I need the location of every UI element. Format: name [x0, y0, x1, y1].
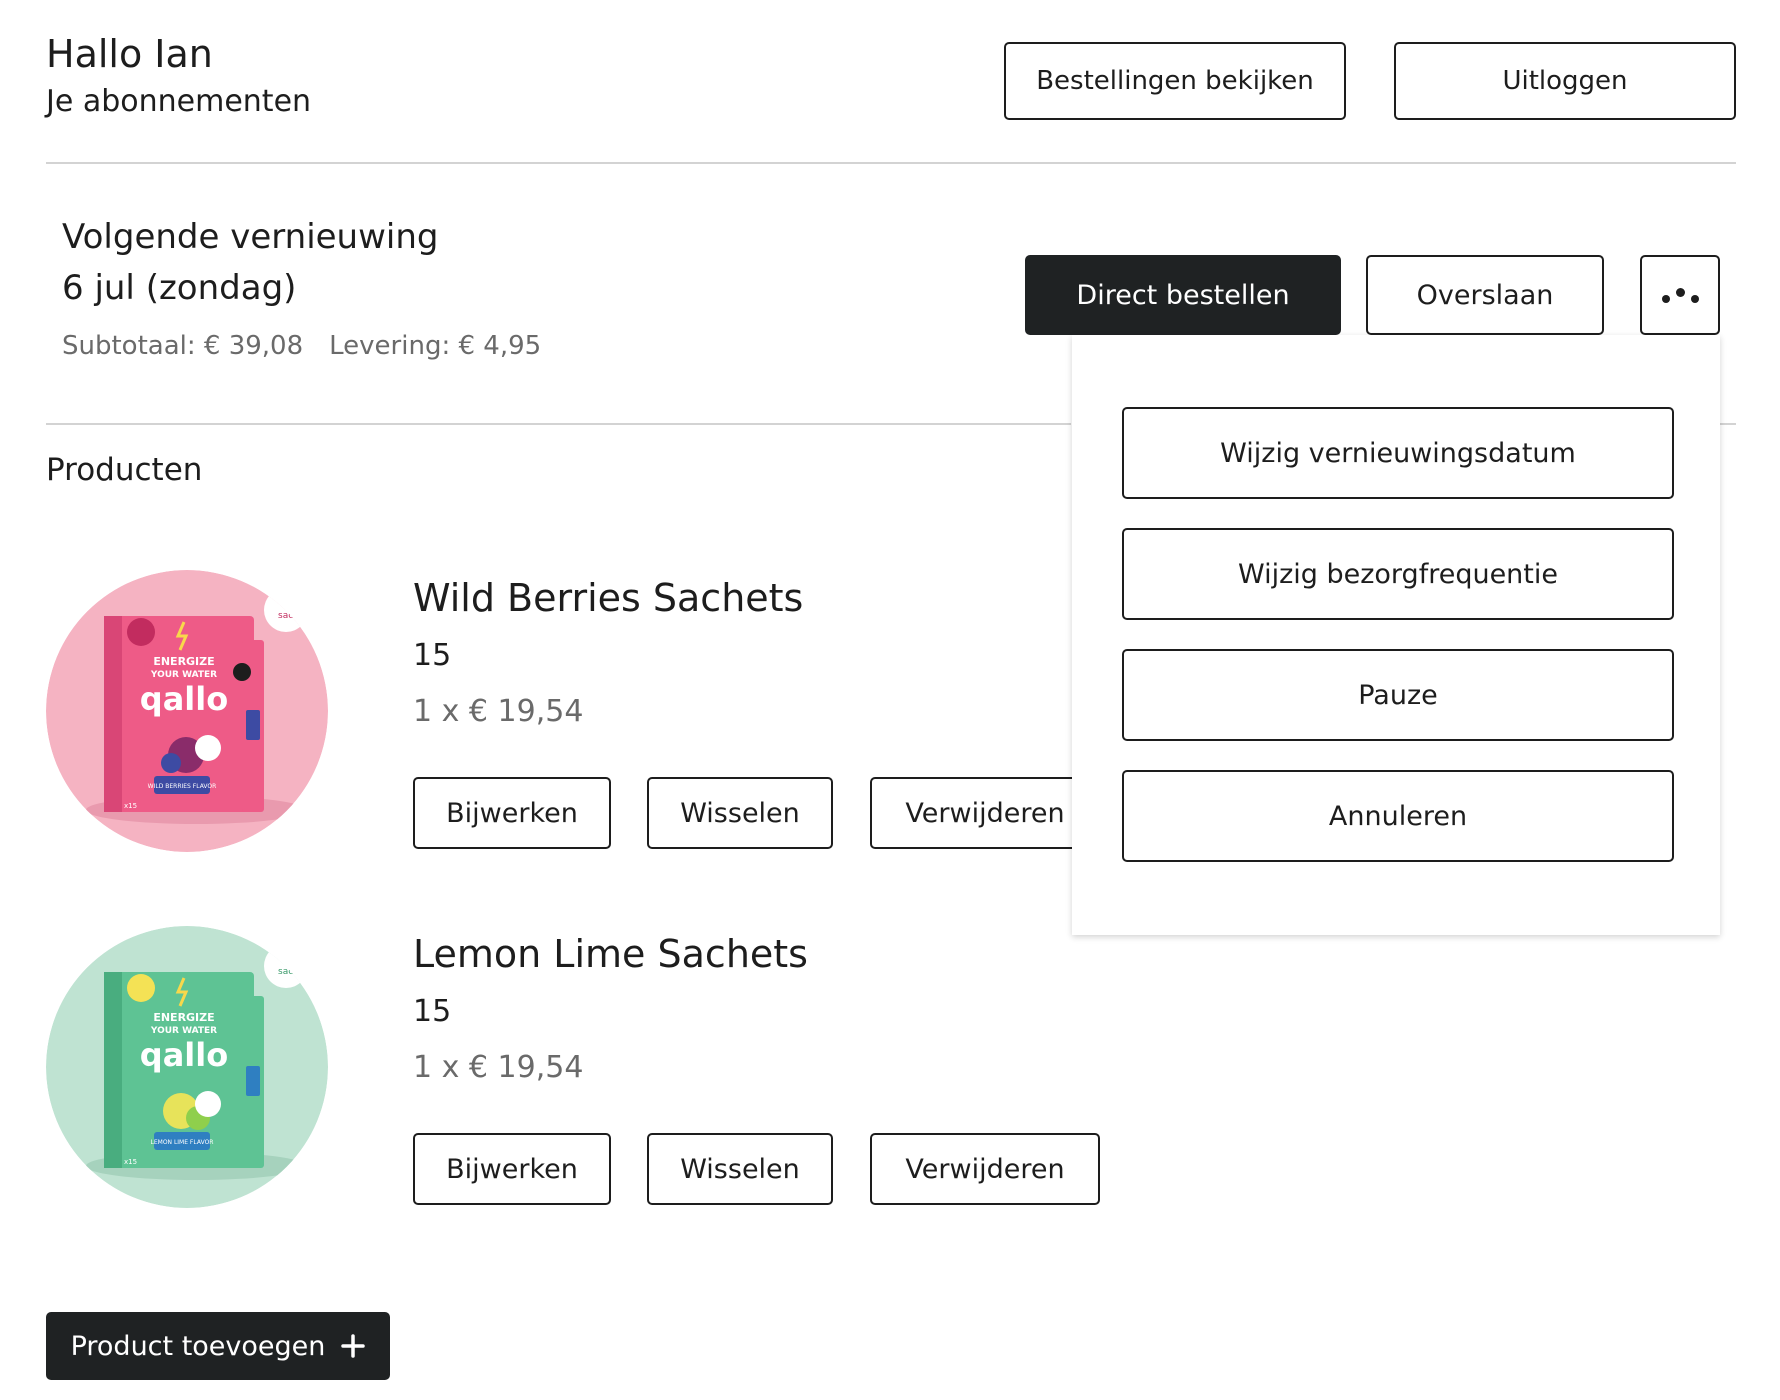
cancel-subscription-button[interactable]: Annuleren: [1122, 770, 1674, 862]
svg-text:LEMON LIME FLAVOR: LEMON LIME FLAVOR: [151, 1139, 214, 1146]
renewal-title: Volgende vernieuwing: [62, 217, 439, 257]
add-product-button[interactable]: Product toevoegen: [46, 1312, 390, 1380]
svg-text:sach: sach: [278, 611, 299, 621]
more-dots-icon: [1661, 287, 1699, 303]
update-product-button[interactable]: Bijwerken: [413, 1133, 611, 1205]
svg-text:YOUR WATER: YOUR WATER: [150, 670, 217, 680]
svg-text:x15: x15: [124, 802, 137, 810]
svg-text:WILD BERRIES FLAVOR: WILD BERRIES FLAVOR: [148, 783, 217, 790]
logout-button[interactable]: Uitloggen: [1394, 42, 1736, 120]
svg-text:qallo: qallo: [140, 680, 228, 718]
swap-product-button[interactable]: Wisselen: [647, 1133, 833, 1205]
product-image-wild-berries: ENERGIZE YOUR WATER qallo WILD BERRIES F…: [46, 570, 328, 852]
header-divider: [46, 162, 1736, 164]
product-name: Wild Berries Sachets: [413, 576, 804, 620]
product-quantity: 15: [413, 994, 452, 1029]
plus-icon: [341, 1334, 366, 1358]
product-price: 1 x € 19,54: [413, 1050, 584, 1085]
renewal-divider: [46, 423, 1071, 425]
subtotal-text: Subtotaal: € 39,08: [62, 331, 304, 361]
product-name: Lemon Lime Sachets: [413, 932, 808, 976]
wild-berries-package-image: ENERGIZE YOUR WATER qallo WILD BERRIES F…: [46, 570, 328, 852]
change-delivery-frequency-button[interactable]: Wijzig bezorgfrequentie: [1122, 528, 1674, 620]
lemon-lime-package-image: ENERGIZE YOUR WATER qallo LEMON LIME FLA…: [46, 926, 328, 1208]
svg-text:qallo: qallo: [140, 1036, 228, 1074]
order-now-button[interactable]: Direct bestellen: [1025, 255, 1341, 335]
greeting-title: Hallo Ian: [46, 32, 213, 76]
svg-text:ENERGIZE: ENERGIZE: [153, 1011, 214, 1024]
subscriptions-subtitle: Je abonnementen: [46, 84, 312, 119]
svg-text:ENERGIZE: ENERGIZE: [153, 655, 214, 668]
add-product-label: Product toevoegen: [70, 1330, 326, 1362]
swap-product-button[interactable]: Wisselen: [647, 777, 833, 849]
subscriptions-page: Hallo Ian Je abonnementen Bestellingen b…: [0, 0, 1780, 1400]
remove-product-button[interactable]: Verwijderen: [870, 1133, 1100, 1205]
svg-text:YOUR WATER: YOUR WATER: [150, 1026, 217, 1036]
svg-text:sach: sach: [278, 967, 299, 977]
renewal-date: 6 jul (zondag): [62, 268, 297, 308]
product-image-lemon-lime: ENERGIZE YOUR WATER qallo LEMON LIME FLA…: [46, 926, 328, 1208]
skip-button[interactable]: Overslaan: [1366, 255, 1604, 335]
product-price: 1 x € 19,54: [413, 694, 584, 729]
svg-text:x15: x15: [124, 1158, 137, 1166]
renewal-totals: Subtotaal: € 39,08 Levering: € 4,95: [62, 328, 541, 364]
change-renewal-date-button[interactable]: Wijzig vernieuwingsdatum: [1122, 407, 1674, 499]
delivery-text: Levering: € 4,95: [329, 331, 542, 361]
remove-product-button[interactable]: Verwijderen: [870, 777, 1100, 849]
pause-button[interactable]: Pauze: [1122, 649, 1674, 741]
product-quantity: 15: [413, 638, 452, 673]
update-product-button[interactable]: Bijwerken: [413, 777, 611, 849]
more-options-button[interactable]: [1640, 255, 1720, 335]
view-orders-button[interactable]: Bestellingen bekijken: [1004, 42, 1346, 120]
more-options-dropdown: Wijzig vernieuwingsdatum Wijzig bezorgfr…: [1072, 335, 1720, 935]
products-heading: Producten: [46, 452, 203, 488]
